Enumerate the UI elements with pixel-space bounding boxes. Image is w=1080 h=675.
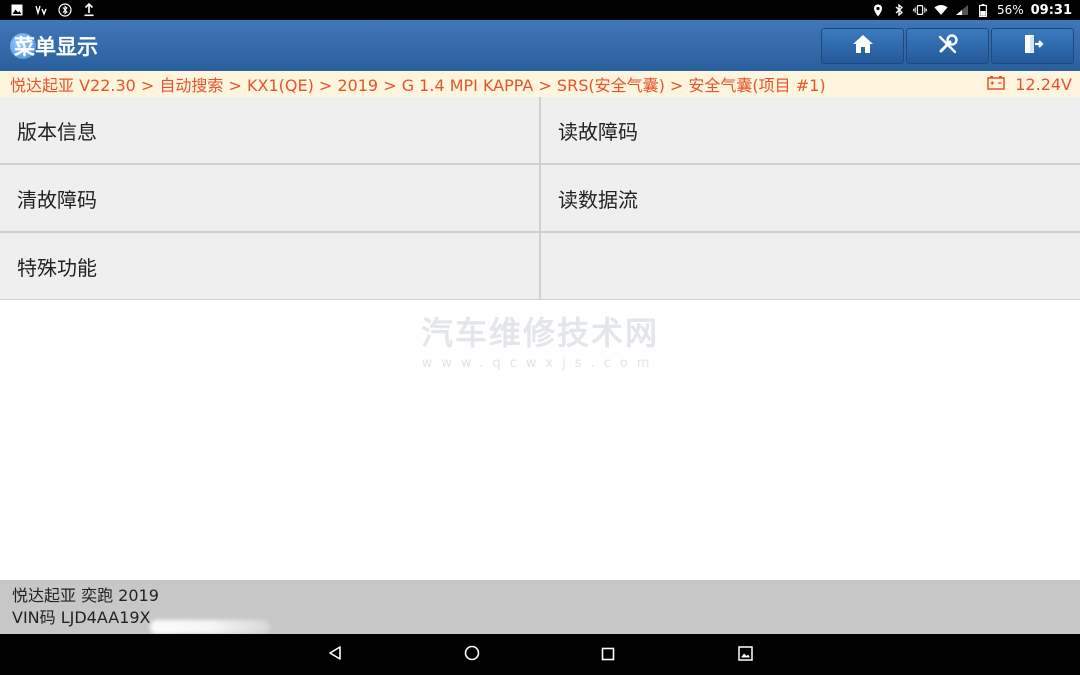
- screenshot-button[interactable]: [734, 644, 756, 666]
- toolbar-buttons: [821, 27, 1074, 64]
- watermark: 汽车维修技术网 www.qcwxjs.com: [0, 308, 1080, 371]
- recents-button[interactable]: [597, 644, 619, 666]
- exit-button[interactable]: [991, 27, 1074, 64]
- home-button[interactable]: [821, 27, 904, 64]
- vehicle-info: 悦达起亚 奕跑 2019 VIN码 LJD4AA19X: [0, 580, 1080, 634]
- vin-redaction: [150, 620, 270, 634]
- voltage-indicator: 12.24V: [987, 75, 1080, 94]
- signal-icon: [955, 3, 969, 17]
- menu-grid: 版本信息 读故障码 清故障码 读数据流 特殊功能: [0, 97, 1080, 300]
- watermark-url: www.qcwxjs.com: [421, 356, 659, 371]
- upload-icon: [82, 3, 96, 17]
- title-bar: 菜单显示: [0, 20, 1080, 71]
- voicemail-icon: [34, 3, 48, 17]
- breadcrumb: 悦达起亚 V22.30 > 自动搜索 > KX1(QE) > 2019 > G …: [10, 76, 826, 95]
- watermark-title: 汽车维修技术网: [420, 314, 659, 352]
- voltage-value: 12.24V: [1015, 74, 1072, 94]
- menu-item-empty: [541, 233, 1080, 299]
- wifi-icon: [934, 3, 948, 17]
- bluetooth-circle-icon: [58, 3, 72, 17]
- tools-icon: [937, 33, 959, 59]
- menu-item-data-stream[interactable]: 读数据流: [541, 165, 1080, 231]
- menu-item-read-codes[interactable]: 读故障码: [541, 97, 1080, 163]
- home-nav-button[interactable]: [461, 644, 483, 666]
- vehicle-model: 悦达起亚 奕跑 2019: [12, 586, 159, 605]
- battery-percent: 56%: [996, 3, 1024, 17]
- battery-icon: [976, 3, 990, 17]
- menu-item-clear-codes[interactable]: 清故障码: [0, 165, 539, 231]
- tools-button[interactable]: [906, 27, 989, 64]
- navigation-bar: [0, 634, 1080, 675]
- menu-item-special-functions[interactable]: 特殊功能: [0, 233, 539, 299]
- square-recents-icon: [601, 646, 615, 665]
- title-wrap: 菜单显示: [10, 20, 98, 71]
- car-battery-icon: [987, 75, 1005, 94]
- exit-icon: [1022, 33, 1044, 59]
- vibrate-icon: [913, 3, 927, 17]
- menu-item-version-info[interactable]: 版本信息: [0, 97, 539, 163]
- status-bar: 56% 09:31: [0, 0, 1080, 20]
- home-icon: [852, 34, 874, 58]
- location-icon: [871, 3, 885, 17]
- back-icon: [327, 645, 343, 665]
- bluetooth-icon: [892, 3, 906, 17]
- gallery-icon: [737, 645, 753, 665]
- page-title: 菜单显示: [14, 34, 98, 59]
- breadcrumb-bar: 悦达起亚 V22.30 > 自动搜索 > KX1(QE) > 2019 > G …: [0, 71, 1080, 97]
- back-button[interactable]: [324, 644, 346, 666]
- clock: 09:31: [1030, 2, 1072, 18]
- image-notification-icon: [10, 3, 24, 17]
- circle-home-icon: [464, 645, 480, 665]
